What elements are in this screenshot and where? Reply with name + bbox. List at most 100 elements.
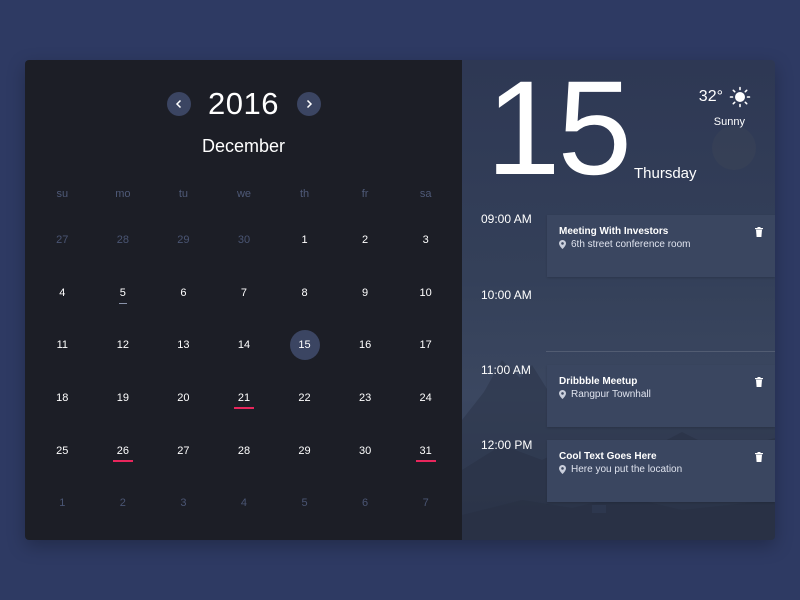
calendar-day[interactable]: 1 [274, 214, 335, 267]
calendar-day-number: 13 [177, 339, 190, 352]
event-card[interactable]: Meeting With Investors 6th street confer… [547, 215, 775, 277]
event-location-text: Here you put the location [571, 464, 683, 475]
delete-event-button[interactable] [755, 452, 763, 462]
calendar-day[interactable]: 11 [32, 319, 93, 372]
calendar-day-number: 20 [177, 392, 190, 405]
timeline-divider [546, 351, 775, 352]
calendar-week-row: 18 19 20 21 22 23 24 [32, 372, 456, 425]
calendar-day[interactable]: 7 [214, 267, 275, 320]
event-location-text: 6th street conference room [571, 239, 691, 250]
calendar-day-number: 3 [180, 497, 187, 510]
calendar-day[interactable]: 6 [335, 477, 396, 530]
calendar-day-number: 17 [419, 339, 432, 352]
calendar-day[interactable]: 28 [93, 214, 154, 267]
calendar-day[interactable]: 20 [153, 372, 214, 425]
calendar-day[interactable]: 7 [395, 477, 456, 530]
calendar-day[interactable]: 18 [32, 372, 93, 425]
calendar-day[interactable]: 4 [214, 477, 275, 530]
calendar-day[interactable]: 13 [153, 319, 214, 372]
calendar-day-number: 24 [419, 392, 432, 405]
calendar-day-number: 2 [119, 497, 126, 510]
calendar-week-row: 27 28 29 30 1 2 3 [32, 214, 456, 267]
calendar-day-number: 2 [362, 234, 369, 247]
event-card[interactable]: Dribbble Meetup Rangpur Townhall [547, 365, 775, 427]
delete-event-button[interactable] [755, 227, 763, 237]
calendar-day-selected[interactable]: 15 [274, 319, 335, 372]
calendar-day[interactable]: 4 [32, 267, 93, 320]
calendar-day[interactable]: 27 [153, 424, 214, 477]
calendar-day[interactable]: 29 [274, 424, 335, 477]
calendar-day-number: 23 [358, 392, 372, 405]
calendar-day[interactable]: 3 [153, 477, 214, 530]
calendar-day-number: 28 [116, 234, 129, 247]
day-view-panel: 15 Thursday 32° Sunny 09:00 AM 10:00 AM … [462, 60, 775, 540]
temperature: 32° [698, 88, 723, 105]
calendar-day[interactable]: 31 [395, 424, 456, 477]
calendar-week-row: 1 2 3 4 5 6 7 [32, 477, 456, 530]
calendar-day[interactable]: 22 [274, 372, 335, 425]
next-year-button[interactable] [296, 92, 321, 116]
calendar-day[interactable]: 21 [214, 372, 275, 425]
time-slot-label: 12:00 PM [481, 438, 533, 452]
delete-event-button[interactable] [755, 377, 763, 387]
weather-condition: Sunny [713, 116, 745, 128]
chevron-left-icon [175, 99, 181, 109]
calendar-day[interactable]: 19 [93, 372, 154, 425]
calendar-day[interactable]: 16 [335, 319, 396, 372]
calendar-day-number: 27 [56, 234, 69, 247]
calendar-grid: su mo tu we th fr sa 27 28 29 30 1 2 3 4 5 6 7 8 9 10… [32, 188, 456, 530]
calendar-day-number: 29 [298, 444, 311, 457]
calendar-day[interactable]: 26 [93, 424, 154, 477]
calendar-day-number: 19 [116, 392, 129, 405]
calendar-day[interactable]: 6 [153, 267, 214, 320]
calendar-day[interactable]: 27 [32, 214, 93, 267]
calendar-day[interactable]: 30 [335, 424, 396, 477]
calendar-day-number: 10 [419, 286, 432, 299]
calendar-day-number: 26 [112, 444, 134, 462]
time-slot-label: 09:00 AM [481, 212, 532, 226]
calendar-day[interactable]: 2 [93, 477, 154, 530]
calendar-day-number: 30 [358, 444, 372, 457]
weekday-label: tu [178, 188, 188, 200]
calendar-day[interactable]: 8 [274, 267, 335, 320]
calendar-day-number: 7 [422, 497, 429, 510]
prev-year-button[interactable] [166, 92, 191, 116]
event-title: Dribbble Meetup [559, 376, 638, 387]
calendar-day[interactable]: 10 [395, 267, 456, 320]
calendar-day[interactable]: 1 [32, 477, 93, 530]
calendar-day-number: 8 [301, 286, 308, 299]
calendar-day-number: 4 [59, 286, 66, 299]
event-card[interactable]: Cool Text Goes Here Here you put the loc… [547, 440, 775, 502]
month-label: December [201, 136, 286, 156]
calendar-day-number: 12 [116, 339, 129, 352]
calendar-day[interactable]: 23 [335, 372, 396, 425]
weekday-label: mo [115, 188, 131, 200]
calendar-day[interactable]: 30 [214, 214, 275, 267]
calendar-day[interactable]: 5 [274, 477, 335, 530]
chevron-right-icon [306, 99, 312, 109]
calendar-day-number: 6 [180, 286, 187, 299]
calendar-day-number: 27 [177, 444, 190, 457]
calendar-day[interactable]: 2 [335, 214, 396, 267]
calendar-day[interactable]: 28 [214, 424, 275, 477]
calendar-day[interactable]: 14 [214, 319, 275, 372]
calendar-day[interactable]: 5 [93, 267, 154, 320]
calendar-app: 2016 December su mo tu we th fr sa 27 28 2… [25, 60, 775, 540]
calendar-day-number: 30 [237, 234, 251, 247]
calendar-day-number: 11 [56, 339, 68, 352]
calendar-day[interactable]: 17 [395, 319, 456, 372]
calendar-day[interactable]: 9 [335, 267, 396, 320]
calendar-day-number: 28 [237, 444, 251, 457]
calendar-day[interactable]: 25 [32, 424, 93, 477]
weekday-label: fr [361, 188, 369, 200]
calendar-day-number: 15 [298, 339, 311, 352]
month-calendar-panel: 2016 December su mo tu we th fr sa 27 28 2… [25, 60, 462, 540]
calendar-day-number: 5 [301, 497, 308, 510]
calendar-day[interactable]: 3 [395, 214, 456, 267]
calendar-day[interactable]: 24 [395, 372, 456, 425]
event-title: Cool Text Goes Here [559, 451, 657, 462]
calendar-week-row: 4 5 6 7 8 9 10 [32, 267, 456, 320]
calendar-day-number: 31 [415, 444, 437, 462]
calendar-day[interactable]: 12 [93, 319, 154, 372]
calendar-day[interactable]: 29 [153, 214, 214, 267]
